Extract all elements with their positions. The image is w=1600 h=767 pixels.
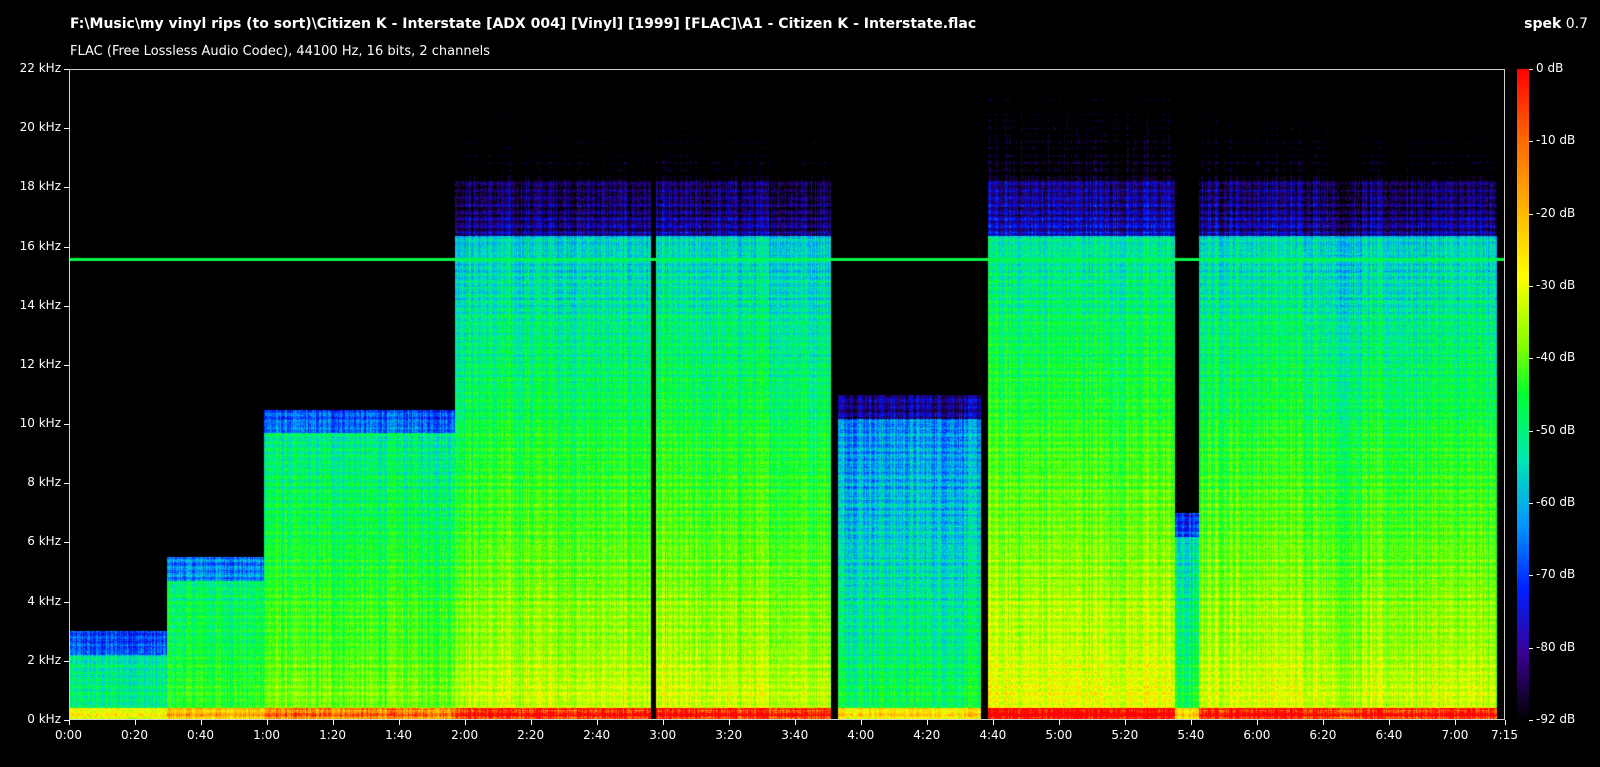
db-scale-tick bbox=[1529, 431, 1533, 432]
db-scale-label: -40 dB bbox=[1536, 350, 1576, 365]
time-tick-mark bbox=[1323, 720, 1324, 725]
db-scale-tick bbox=[1529, 214, 1533, 215]
time-tick-label: 4:00 bbox=[847, 728, 875, 742]
time-tick-label: 2:20 bbox=[517, 728, 545, 742]
db-scale-label: -50 dB bbox=[1536, 422, 1576, 437]
db-scale-tick bbox=[1529, 648, 1533, 649]
time-tick-mark bbox=[1505, 720, 1506, 725]
time-tick-label: 5:00 bbox=[1045, 728, 1073, 742]
time-tick-mark bbox=[993, 720, 994, 725]
db-scale-label: -92 dB bbox=[1536, 712, 1576, 726]
frequency-tick-mark bbox=[64, 306, 69, 307]
time-tick-mark bbox=[1059, 720, 1060, 725]
time-tick-label: 0:00 bbox=[55, 728, 82, 742]
time-tick-mark bbox=[861, 720, 862, 725]
time-tick-mark bbox=[201, 720, 202, 725]
frequency-tick-mark bbox=[64, 602, 69, 603]
frequency-tick-mark bbox=[64, 365, 69, 366]
app-name-label: spek bbox=[1524, 16, 1562, 32]
spectrogram-canvas bbox=[70, 70, 1504, 719]
frequency-tick-label: 6 kHz bbox=[27, 534, 61, 549]
file-path-title: F:\Music\my vinyl rips (to sort)\Citizen… bbox=[70, 16, 977, 32]
time-tick-mark bbox=[663, 720, 664, 725]
time-tick-label: 3:20 bbox=[715, 728, 743, 742]
frequency-tick-label: 8 kHz bbox=[27, 475, 61, 490]
time-tick-label: 1:20 bbox=[319, 728, 347, 742]
frequency-tick-mark bbox=[64, 424, 69, 425]
app-version: 0.7 bbox=[1565, 16, 1588, 32]
db-scale-tick bbox=[1529, 575, 1533, 576]
time-tick-mark bbox=[69, 720, 70, 725]
frequency-tick-label: 14 kHz bbox=[19, 297, 61, 312]
time-tick-mark bbox=[465, 720, 466, 725]
db-scale-tick bbox=[1529, 286, 1533, 287]
time-tick-label: 5:40 bbox=[1177, 728, 1205, 742]
time-tick-mark bbox=[531, 720, 532, 725]
frequency-tick-label: 22 kHz bbox=[19, 61, 61, 75]
time-tick-mark bbox=[597, 720, 598, 725]
format-info: FLAC (Free Lossless Audio Codec), 44100 … bbox=[70, 44, 490, 59]
frequency-tick-label: 4 kHz bbox=[27, 593, 61, 608]
time-tick-label: 3:00 bbox=[649, 728, 677, 742]
time-tick-mark bbox=[1257, 720, 1258, 725]
db-scale-tick bbox=[1529, 720, 1533, 721]
db-scale-label: -60 dB bbox=[1536, 495, 1576, 509]
frequency-tick-mark bbox=[64, 483, 69, 484]
frequency-tick-mark bbox=[64, 247, 69, 248]
frequency-tick-label: 0 kHz bbox=[27, 712, 61, 726]
spectrogram-plot bbox=[69, 69, 1505, 720]
time-tick-label: 0:20 bbox=[121, 728, 148, 742]
db-scale-label: -10 dB bbox=[1536, 133, 1576, 148]
db-scale-bar bbox=[1517, 69, 1529, 720]
time-tick-mark bbox=[333, 720, 334, 725]
time-tick-mark bbox=[1389, 720, 1390, 725]
time-tick-mark bbox=[795, 720, 796, 725]
frequency-tick-label: 18 kHz bbox=[19, 179, 61, 194]
time-tick-label: 6:20 bbox=[1309, 728, 1337, 742]
frequency-tick-label: 20 kHz bbox=[19, 120, 61, 135]
db-scale-label: -30 dB bbox=[1536, 278, 1576, 292]
db-scale-label: 0 dB bbox=[1536, 61, 1564, 75]
time-tick-label: 3:40 bbox=[781, 728, 809, 742]
db-scale-tick bbox=[1529, 69, 1533, 70]
db-scale-label: -20 dB bbox=[1536, 205, 1576, 220]
time-tick-mark bbox=[927, 720, 928, 725]
time-tick-label: 7:15 bbox=[1491, 728, 1518, 742]
frequency-tick-label: 2 kHz bbox=[27, 652, 61, 667]
time-tick-label: 1:40 bbox=[385, 728, 413, 742]
time-tick-mark bbox=[1455, 720, 1456, 725]
time-tick-label: 2:00 bbox=[451, 728, 479, 742]
db-scale-label: -70 dB bbox=[1536, 567, 1576, 582]
db-scale-label: -80 dB bbox=[1536, 639, 1576, 654]
time-tick-mark bbox=[1125, 720, 1126, 725]
time-tick-mark bbox=[135, 720, 136, 725]
db-scale-tick bbox=[1529, 141, 1533, 142]
db-scale-tick bbox=[1529, 503, 1533, 504]
time-tick-label: 1:00 bbox=[253, 728, 281, 742]
app-name: spek 0.7 bbox=[1524, 16, 1588, 32]
time-tick-label: 6:00 bbox=[1243, 728, 1271, 742]
time-tick-mark bbox=[267, 720, 268, 725]
time-tick-label: 4:40 bbox=[979, 728, 1007, 742]
frequency-tick-label: 10 kHz bbox=[19, 416, 61, 431]
time-tick-mark bbox=[399, 720, 400, 725]
time-tick-label: 6:40 bbox=[1375, 728, 1403, 742]
frequency-tick-mark bbox=[64, 187, 69, 188]
time-tick-label: 2:40 bbox=[583, 728, 611, 742]
frequency-tick-mark bbox=[64, 542, 69, 543]
time-tick-label: 0:40 bbox=[187, 728, 214, 742]
time-tick-label: 7:00 bbox=[1441, 728, 1469, 742]
frequency-tick-label: 12 kHz bbox=[19, 356, 61, 371]
db-scale-tick bbox=[1529, 358, 1533, 359]
time-tick-mark bbox=[729, 720, 730, 725]
frequency-tick-mark bbox=[64, 128, 69, 129]
time-tick-label: 5:20 bbox=[1111, 728, 1139, 742]
frequency-tick-label: 16 kHz bbox=[19, 238, 61, 253]
time-tick-label: 4:20 bbox=[913, 728, 941, 742]
frequency-tick-mark bbox=[64, 661, 69, 662]
time-tick-mark bbox=[1191, 720, 1192, 725]
frequency-tick-mark bbox=[64, 69, 69, 70]
